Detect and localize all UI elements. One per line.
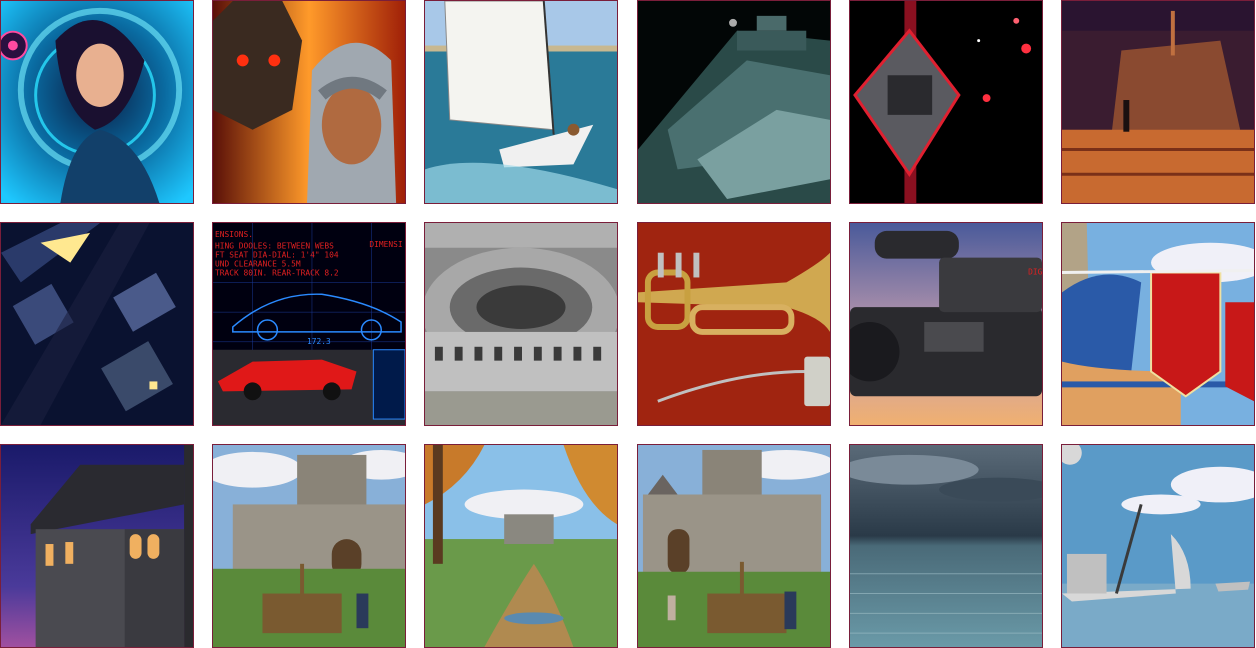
castle-icon [213,445,405,647]
gallery-tile-city-rooftops[interactable] [0,222,194,426]
gallery-tile-castle-gate[interactable] [637,444,831,648]
sea-icon [850,445,1042,647]
gallery-tile-trumpet[interactable] [637,222,831,426]
gallery-tile-cosmic-woman[interactable] [0,0,194,204]
gallery-tile-camcorder[interactable]: DIG [849,222,1043,426]
ship-icon [1062,445,1254,647]
castle-icon [638,445,830,647]
gallery-tile-space-station[interactable] [849,0,1043,204]
camera-icon: DIG [850,223,1042,425]
gallery-tile-windsurfer[interactable] [424,0,618,204]
flag-icon [1062,223,1254,425]
blueprint-side: DIMENSI [369,240,402,249]
city-icon [1,223,193,425]
blueprint-line3: FT SEAT DIA-DIAL: 1'4" 104 [215,251,339,260]
gallery-tile-autumn-castle[interactable] [424,444,618,648]
blueprint-line5: TRACK 80IN. REAR-TRACK 8.2 [215,268,339,277]
portrait-icon [1,1,193,203]
gallery-tile-castle-catapult[interactable] [212,444,406,648]
gallery-tile-colosseum[interactable] [424,222,618,426]
gallery-tile-lion-banners[interactable] [1061,222,1255,426]
blueprint-line4: UND CLEARANCE 5.5M [215,260,301,269]
castle-icon [425,445,617,647]
camcorder-label: DIG [1028,267,1042,276]
sail-icon [425,1,617,203]
gallery-tile-star-destroyer[interactable] [637,0,831,204]
blueprint-line2: HING DOOLES: BETWEEN WEBS [215,242,334,251]
gallery-tile-hangar-ship[interactable] [1061,0,1255,204]
blueprint-mark: 172.3 [307,337,331,346]
tower-icon [1,445,193,647]
image-gallery: ENSIONS. HING DOOLES: BETWEEN WEBS FT SE… [0,0,1256,648]
car-icon: ENSIONS. HING DOOLES: BETWEEN WEBS FT SE… [213,223,405,425]
gallery-tile-night-tower[interactable] [0,444,194,648]
blueprint-line1: ENSIONS. [215,230,253,239]
gallery-tile-stormy-sea[interactable] [849,444,1043,648]
portrait-icon [213,1,405,203]
factory-icon [1062,1,1254,203]
arena-icon [425,223,617,425]
gallery-tile-galley-ship[interactable] [1061,444,1255,648]
satellite-icon [850,1,1042,203]
gallery-tile-car-blueprint[interactable]: ENSIONS. HING DOOLES: BETWEEN WEBS FT SE… [212,222,406,426]
spaceship-icon [638,1,830,203]
gallery-tile-armored-warriors[interactable] [212,0,406,204]
trumpet-icon [638,223,830,425]
